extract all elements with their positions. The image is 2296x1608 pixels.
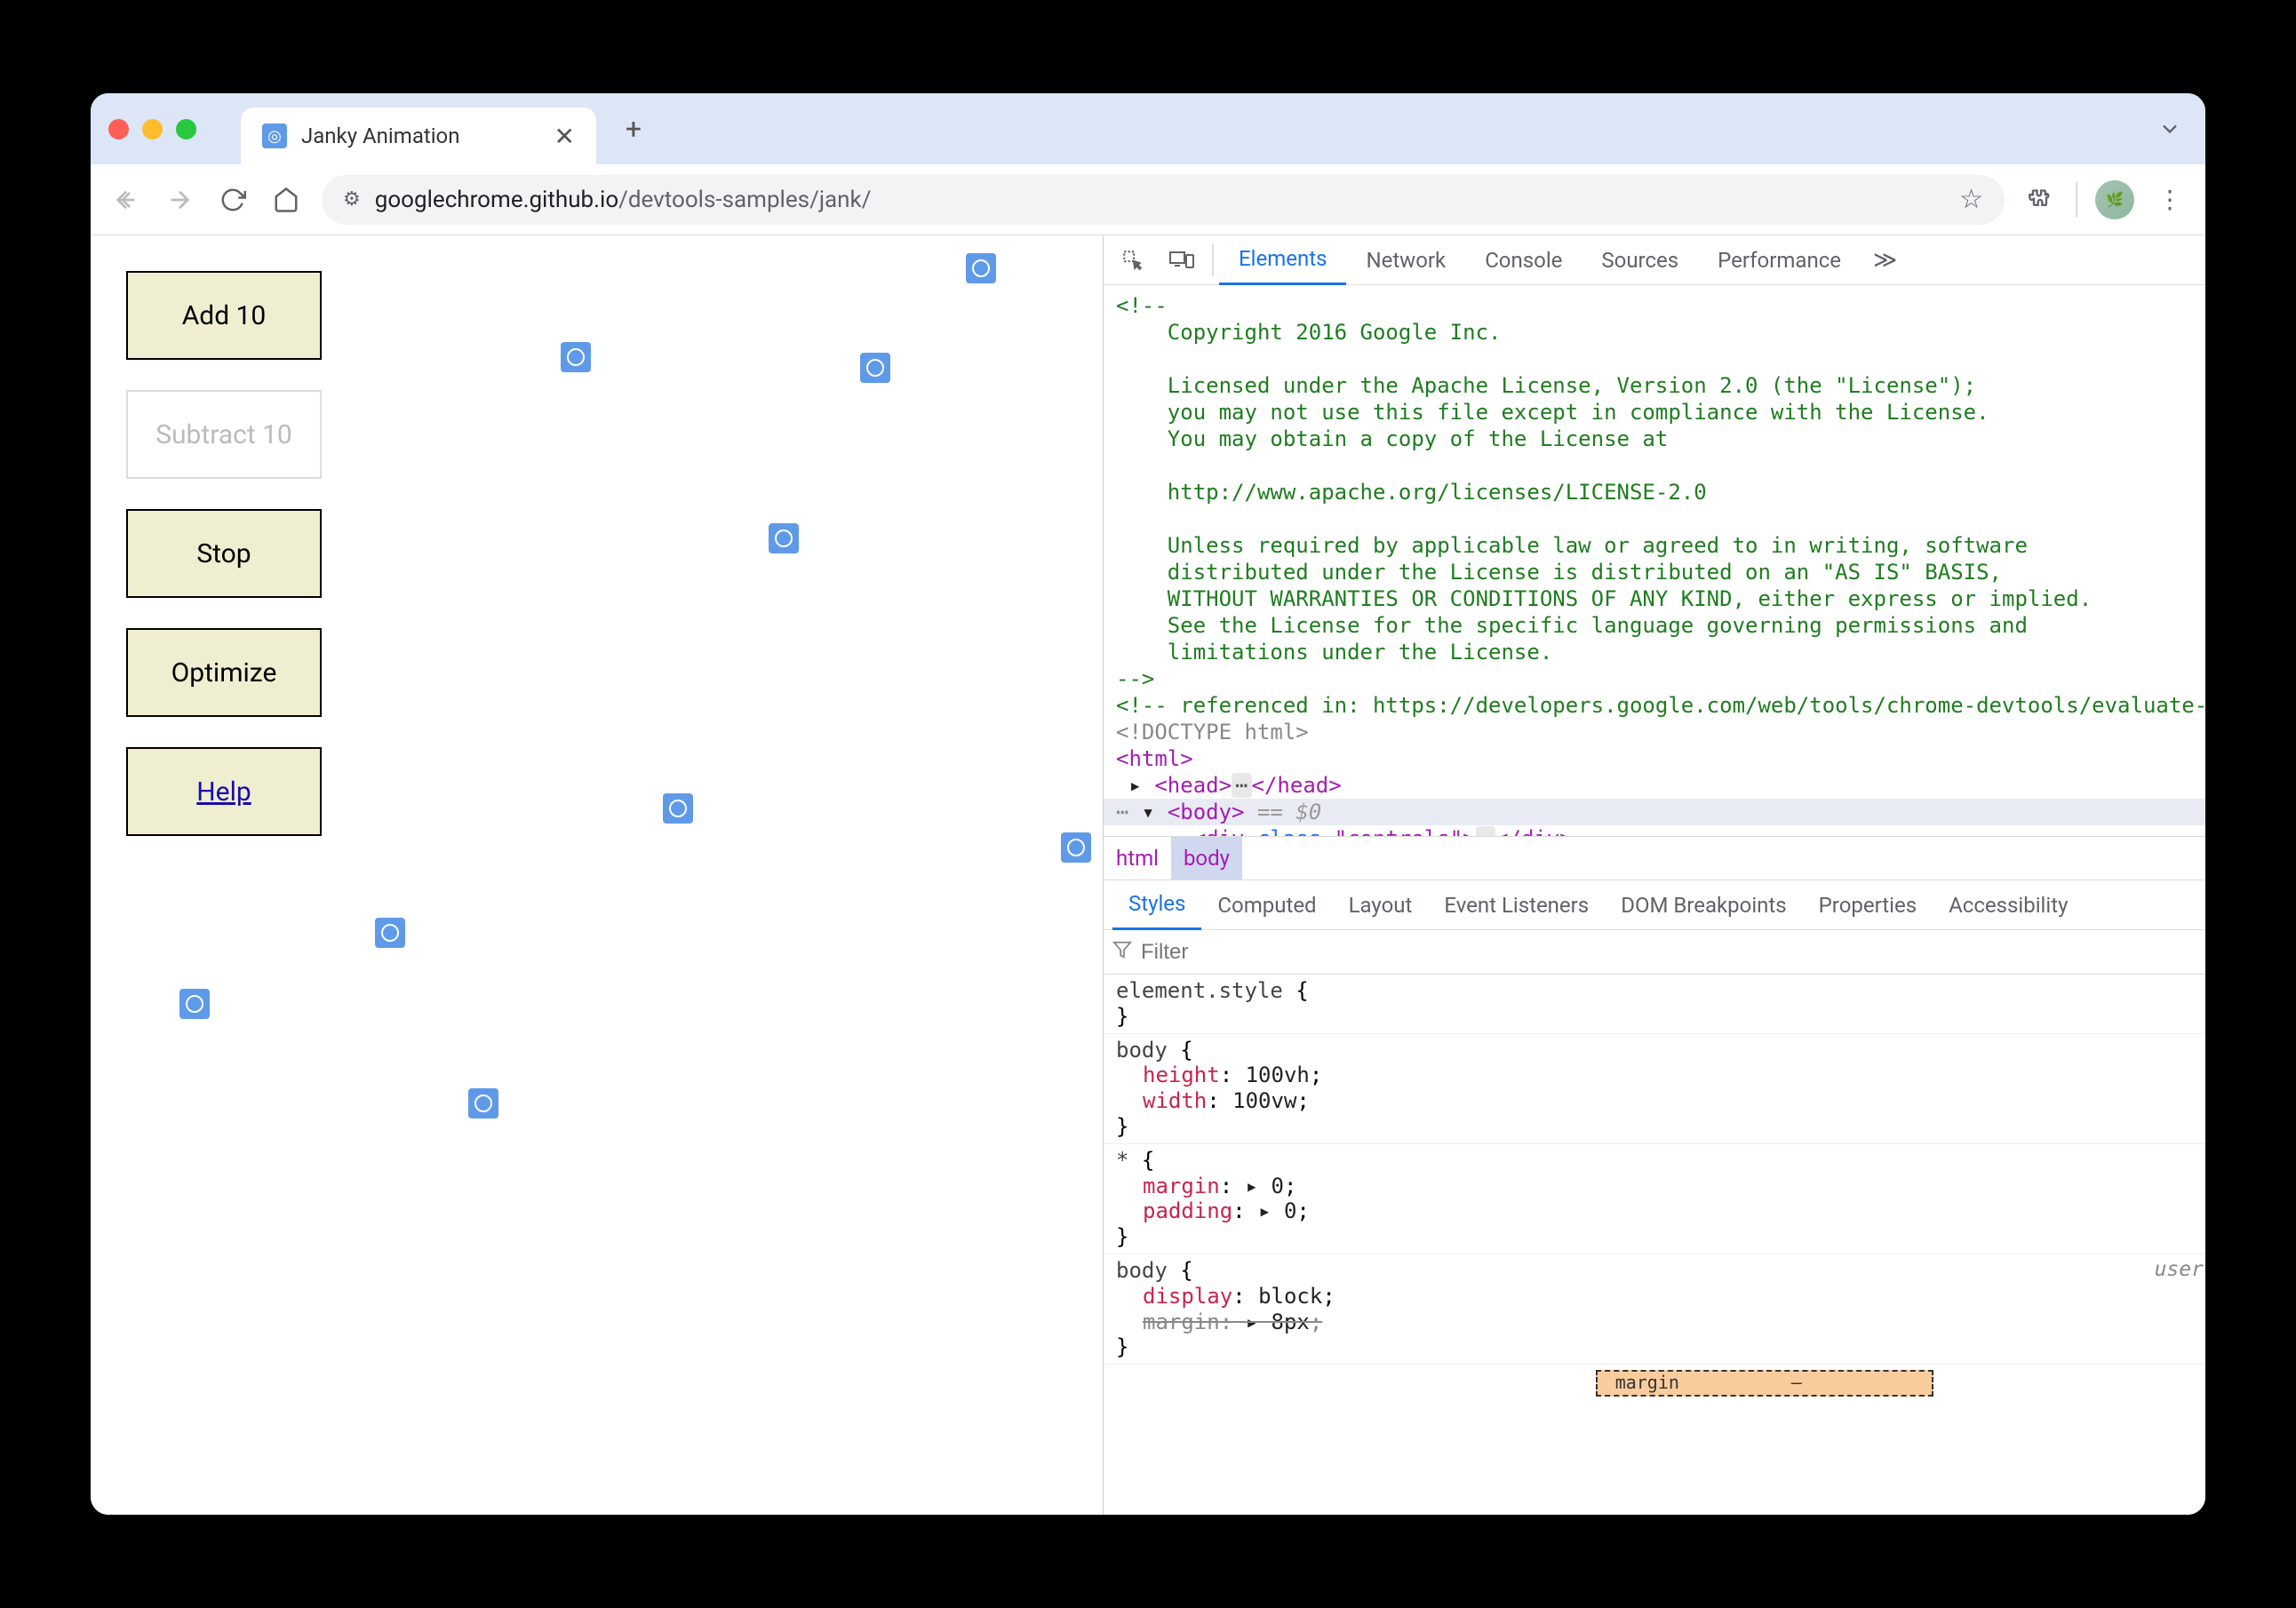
mover-icon (375, 918, 405, 948)
styles-filter-bar: :hov .cls + (1104, 930, 2205, 975)
browser-tab[interactable]: ◎ Janky Animation ✕ (241, 107, 596, 164)
head-tag[interactable]: <head> (1154, 773, 1232, 798)
mover-icon (1061, 832, 1091, 863)
device-toolbar-icon[interactable] (1157, 235, 1207, 285)
content-area: Add 10 Subtract 10 Stop Optimize Help El… (91, 235, 2205, 1515)
panel-tab-computed[interactable]: Computed (1201, 880, 1332, 930)
css-declaration[interactable]: padding: ▸ 0; (1116, 1198, 2205, 1224)
profile-avatar[interactable]: 🌿 (2095, 180, 2134, 219)
selector[interactable]: element.style (1116, 978, 1283, 1003)
devtools-tab-sources[interactable]: Sources (1582, 235, 1698, 285)
mover-icon (860, 353, 890, 383)
panel-tab-styles[interactable]: Styles (1112, 880, 1201, 930)
comment-node: <!-- referenced in: https://developers.g… (1116, 693, 2205, 718)
panel-tab-layout[interactable]: Layout (1333, 880, 1429, 930)
window-minimize-icon[interactable] (142, 119, 163, 139)
tab-favicon-icon: ◎ (262, 123, 287, 148)
controls-panel: Add 10 Subtract 10 Stop Optimize Help (126, 271, 322, 836)
dom-tree[interactable]: <!-- Copyright 2016 Google Inc. Licensed… (1104, 285, 2205, 836)
css-rule[interactable]: element.style {} (1104, 975, 2205, 1034)
traffic-lights (108, 119, 196, 139)
comment-node: <!-- Copyright 2016 Google Inc. Licensed… (1116, 293, 2092, 691)
selected-node[interactable]: ⋯ ▾ <body> == $0 (1104, 799, 2205, 825)
panel-tab-event-listeners[interactable]: Event Listeners (1428, 880, 1605, 930)
titlebar: ◎ Janky Animation ✕ + (91, 93, 2205, 164)
more-tabs-icon[interactable]: ≫ (1861, 235, 1909, 285)
mover-icon (663, 793, 693, 824)
home-button[interactable] (268, 182, 304, 218)
mover-icon (468, 1088, 498, 1118)
selector[interactable]: body (1116, 1258, 1168, 1283)
menu-icon[interactable]: ⋮ (2152, 182, 2188, 218)
window-close-icon[interactable] (108, 119, 129, 139)
devtools-tabs: ElementsNetworkConsoleSourcesPerformance… (1104, 235, 2205, 285)
reload-button[interactable] (215, 182, 251, 218)
panel-tab-properties[interactable]: Properties (1803, 880, 1933, 930)
panel-tab-dom-breakpoints[interactable]: DOM Breakpoints (1605, 880, 1802, 930)
box-model-value: – (1791, 1372, 1802, 1393)
window-zoom-icon[interactable] (176, 119, 196, 139)
breadcrumb-body[interactable]: body (1171, 837, 1242, 880)
help-link[interactable]: Help (126, 747, 322, 836)
back-button[interactable] (108, 182, 144, 218)
rule-source[interactable]: user agent stylesheet (2155, 1258, 2205, 1283)
css-declaration[interactable]: height: 100vh; (1116, 1063, 2205, 1088)
css-rule[interactable]: user agent stylesheetbody {display: bloc… (1104, 1254, 2205, 1365)
mover-icon (966, 253, 996, 283)
css-rule[interactable]: styles.css:20body {height: 100vh;width: … (1104, 1034, 2205, 1144)
breadcrumb-html[interactable]: html (1104, 837, 1171, 880)
subtract-button[interactable]: Subtract 10 (126, 390, 322, 479)
breadcrumb: html body (1104, 836, 2205, 880)
panel-tab-accessibility[interactable]: Accessibility (1933, 880, 2084, 930)
url-path: /devtools-samples/jank/ (618, 187, 871, 213)
stop-button[interactable]: Stop (126, 509, 322, 598)
box-model[interactable]: margin – (1104, 1365, 2205, 1397)
selector[interactable]: body (1116, 1038, 1168, 1063)
html-tag[interactable]: <html> (1116, 746, 1193, 771)
devtools-tab-network[interactable]: Network (1346, 235, 1465, 285)
mover-icon (561, 342, 591, 372)
new-tab-button[interactable]: + (614, 109, 653, 148)
extensions-icon[interactable] (2022, 182, 2058, 218)
box-model-label: margin (1615, 1372, 1679, 1393)
address-bar[interactable]: ⚙ googlechrome.github.io/devtools-sample… (322, 175, 2005, 225)
forward-button[interactable] (162, 182, 197, 218)
chevron-down-icon[interactable] (2152, 111, 2188, 147)
styles-panel-tabs: StylesComputedLayoutEvent ListenersDOM B… (1104, 880, 2205, 930)
inspect-element-icon[interactable] (1109, 235, 1157, 285)
css-declaration[interactable]: width: 100vw; (1116, 1088, 2205, 1114)
tab-close-icon[interactable]: ✕ (554, 122, 575, 151)
css-rule[interactable]: styles.css:15* {margin: ▸ 0;padding: ▸ 0… (1104, 1144, 2205, 1254)
separator (1212, 244, 1214, 276)
css-declaration[interactable]: margin: ▸ 0; (1116, 1174, 2205, 1199)
page-viewport: Add 10 Subtract 10 Stop Optimize Help (91, 235, 1104, 1515)
css-declaration[interactable]: display: block; (1116, 1284, 2205, 1309)
devtools-panel: ElementsNetworkConsoleSourcesPerformance… (1104, 235, 2205, 1515)
mover-icon (769, 523, 799, 553)
url-host: googlechrome.github.io (375, 187, 618, 213)
doctype-node: <!DOCTYPE html> (1116, 720, 1309, 744)
bookmark-icon[interactable]: ☆ (1959, 184, 1983, 215)
devtools-tab-performance[interactable]: Performance (1698, 235, 1861, 285)
add-button[interactable]: Add 10 (126, 271, 322, 360)
separator (2076, 182, 2077, 218)
site-settings-icon[interactable]: ⚙ (343, 188, 361, 211)
filter-icon (1112, 940, 1132, 965)
styles-pane[interactable]: element.style {}styles.css:20body {heigh… (1104, 975, 2205, 1365)
devtools-tab-elements[interactable]: Elements (1219, 235, 1346, 285)
ellipsis-icon[interactable]: ⋯ (1232, 773, 1251, 798)
mover-icon (179, 989, 210, 1019)
css-declaration[interactable]: margin: ▸ 8px; (1116, 1309, 2205, 1335)
optimize-button[interactable]: Optimize (126, 628, 322, 717)
tab-title: Janky Animation (301, 123, 460, 148)
devtools-tab-console[interactable]: Console (1465, 235, 1582, 285)
selector[interactable]: * (1116, 1148, 1128, 1173)
browser-window: ◎ Janky Animation ✕ + ⚙ googlechrome.git… (91, 93, 2205, 1515)
toolbar: ⚙ googlechrome.github.io/devtools-sample… (91, 164, 2205, 235)
tree-node[interactable]: ▸ <div class="controls">⋯</div> (1116, 826, 1573, 836)
filter-input[interactable] (1141, 940, 2205, 965)
